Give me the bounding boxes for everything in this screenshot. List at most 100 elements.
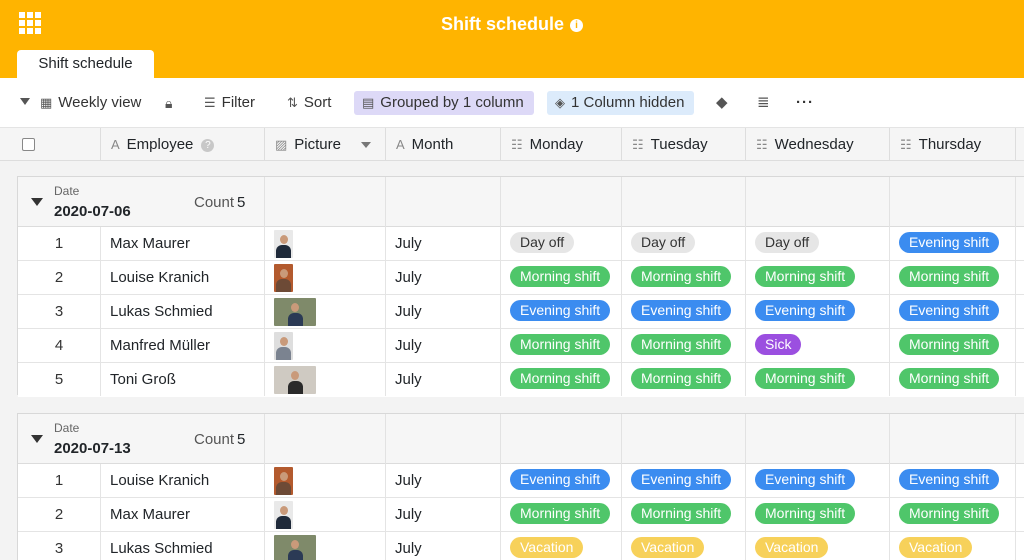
select-all-checkbox[interactable]	[22, 138, 35, 151]
column-thursday[interactable]: ☷ Thursday	[890, 128, 1016, 161]
cell-thursday[interactable]: Vacation	[890, 532, 1016, 560]
cell-tuesday[interactable]: Vacation	[622, 532, 746, 560]
avatar[interactable]	[274, 366, 316, 394]
cell-index[interactable]: 4	[18, 329, 101, 362]
table-row[interactable]: 4 Manfred Müller July Morning shift Morning …	[18, 329, 1024, 363]
cell-monday[interactable]: Morning shift	[501, 261, 622, 294]
cell-wednesday[interactable]: Morning shift	[746, 363, 890, 396]
cell-tuesday[interactable]: Day off	[622, 227, 746, 260]
cell-month[interactable]: July	[386, 261, 501, 294]
cell-month[interactable]: July	[386, 227, 501, 260]
cell-thursday[interactable]: Morning shift	[890, 498, 1016, 531]
info-icon[interactable]: i	[570, 19, 584, 32]
chevron-down-icon[interactable]	[361, 142, 371, 148]
cell-index[interactable]: 2	[18, 498, 101, 531]
cell-wednesday[interactable]: Morning shift	[746, 498, 890, 531]
cell-month[interactable]: July	[386, 498, 501, 531]
cell-index[interactable]: 1	[18, 464, 101, 497]
cell-picture[interactable]	[265, 363, 386, 396]
cell-picture[interactable]	[265, 329, 386, 362]
table-row[interactable]: 1 Max Maurer July Day off Day off Day off Even…	[18, 227, 1024, 261]
cell-month[interactable]: July	[386, 464, 501, 497]
cell-monday[interactable]: Evening shift	[501, 464, 622, 497]
cell-index[interactable]: 5	[18, 363, 101, 396]
hidden-columns-button[interactable]: ◈ 1 Column hidden	[547, 91, 695, 115]
cell-employee[interactable]: Louise Kranich	[101, 464, 265, 497]
cell-employee[interactable]: Louise Kranich	[101, 261, 265, 294]
cell-monday[interactable]: Morning shift	[501, 363, 622, 396]
column-wednesday[interactable]: ☷ Wednesday	[746, 128, 890, 161]
lock-icon[interactable]: 🔒︎	[165, 91, 178, 115]
cell-tuesday[interactable]: Evening shift	[622, 464, 746, 497]
group-by-button[interactable]: ▤ Grouped by 1 column	[354, 91, 534, 115]
cell-thursday[interactable]: Evening shift	[890, 227, 1016, 260]
cell-thursday[interactable]: Evening shift	[890, 295, 1016, 328]
column-tuesday[interactable]: ☷ Tuesday	[622, 128, 746, 161]
avatar[interactable]	[274, 332, 293, 360]
cell-picture[interactable]	[265, 295, 386, 328]
cell-index[interactable]: 3	[18, 532, 101, 560]
cell-monday[interactable]: Morning shift	[501, 498, 622, 531]
cell-monday[interactable]: Evening shift	[501, 295, 622, 328]
table-row[interactable]: 1 Louise Kranich July Evening shift Evening …	[18, 464, 1024, 498]
avatar[interactable]	[274, 501, 293, 529]
cell-employee[interactable]: Max Maurer	[101, 227, 265, 260]
cell-employee[interactable]: Lukas Schmied	[101, 295, 265, 328]
column-employee[interactable]: A Employee?	[101, 128, 265, 161]
cell-tuesday[interactable]: Morning shift	[622, 363, 746, 396]
cell-wednesday[interactable]: Morning shift	[746, 261, 890, 294]
help-icon[interactable]: ?	[201, 139, 215, 152]
column-month[interactable]: A Month	[386, 128, 501, 161]
cell-index[interactable]: 1	[18, 227, 101, 260]
cell-tuesday[interactable]: Morning shift	[622, 498, 746, 531]
collapse-caret-icon[interactable]	[31, 435, 43, 443]
cell-thursday[interactable]: Morning shift	[890, 363, 1016, 396]
cell-wednesday[interactable]: Evening shift	[746, 295, 890, 328]
tab-shift-schedule[interactable]: Shift schedule	[17, 50, 154, 78]
more-options-icon[interactable]: ···	[796, 91, 814, 115]
paint-bucket-icon[interactable]: ◆	[716, 91, 734, 115]
cell-wednesday[interactable]: Evening shift	[746, 464, 890, 497]
column-picture[interactable]: ▨ Picture	[265, 128, 386, 161]
cell-picture[interactable]	[265, 227, 386, 260]
cell-picture[interactable]	[265, 498, 386, 531]
avatar[interactable]	[274, 535, 316, 560]
cell-picture[interactable]	[265, 532, 386, 560]
cell-thursday[interactable]: Morning shift	[890, 329, 1016, 362]
cell-monday[interactable]: Vacation	[501, 532, 622, 560]
table-row[interactable]: 3 Lukas Schmied July Evening shift Evening s…	[18, 295, 1024, 329]
cell-thursday[interactable]: Evening shift	[890, 464, 1016, 497]
cell-tuesday[interactable]: Evening shift	[622, 295, 746, 328]
cell-monday[interactable]: Day off	[501, 227, 622, 260]
avatar[interactable]	[274, 298, 316, 326]
cell-index[interactable]: 2	[18, 261, 101, 294]
cell-wednesday[interactable]: Day off	[746, 227, 890, 260]
sort-button[interactable]: ⇅ Sort	[287, 91, 331, 115]
table-row[interactable]: 2 Louise Kranich July Morning shift Morning …	[18, 261, 1024, 295]
table-row[interactable]: 2 Max Maurer July Morning shift Morning shif…	[18, 498, 1024, 532]
cell-month[interactable]: July	[386, 295, 501, 328]
cell-employee[interactable]: Toni Groß	[101, 363, 265, 396]
cell-index[interactable]: 3	[18, 295, 101, 328]
cell-thursday[interactable]: Morning shift	[890, 261, 1016, 294]
table-row[interactable]: 5 Toni Groß July Morning shift Morning shift…	[18, 363, 1024, 397]
cell-month[interactable]: July	[386, 329, 501, 362]
view-menu-button[interactable]: ▦ Weekly view	[20, 91, 141, 115]
cell-employee[interactable]: Manfred Müller	[101, 329, 265, 362]
cell-month[interactable]: July	[386, 363, 501, 396]
cell-employee[interactable]: Max Maurer	[101, 498, 265, 531]
cell-month[interactable]: July	[386, 532, 501, 560]
collapse-caret-icon[interactable]	[31, 198, 43, 206]
cell-employee[interactable]: Lukas Schmied	[101, 532, 265, 560]
row-height-icon[interactable]: ≣	[757, 91, 776, 115]
cell-monday[interactable]: Morning shift	[501, 329, 622, 362]
avatar[interactable]	[274, 264, 293, 292]
cell-picture[interactable]	[265, 261, 386, 294]
cell-tuesday[interactable]: Morning shift	[622, 329, 746, 362]
cell-tuesday[interactable]: Morning shift	[622, 261, 746, 294]
column-monday[interactable]: ☷ Monday	[501, 128, 622, 161]
filter-button[interactable]: ☰ Filter	[204, 91, 255, 115]
table-row[interactable]: 3 Lukas Schmied July Vacation Vacation Vacati…	[18, 532, 1024, 560]
avatar[interactable]	[274, 467, 293, 495]
avatar[interactable]	[274, 230, 293, 258]
